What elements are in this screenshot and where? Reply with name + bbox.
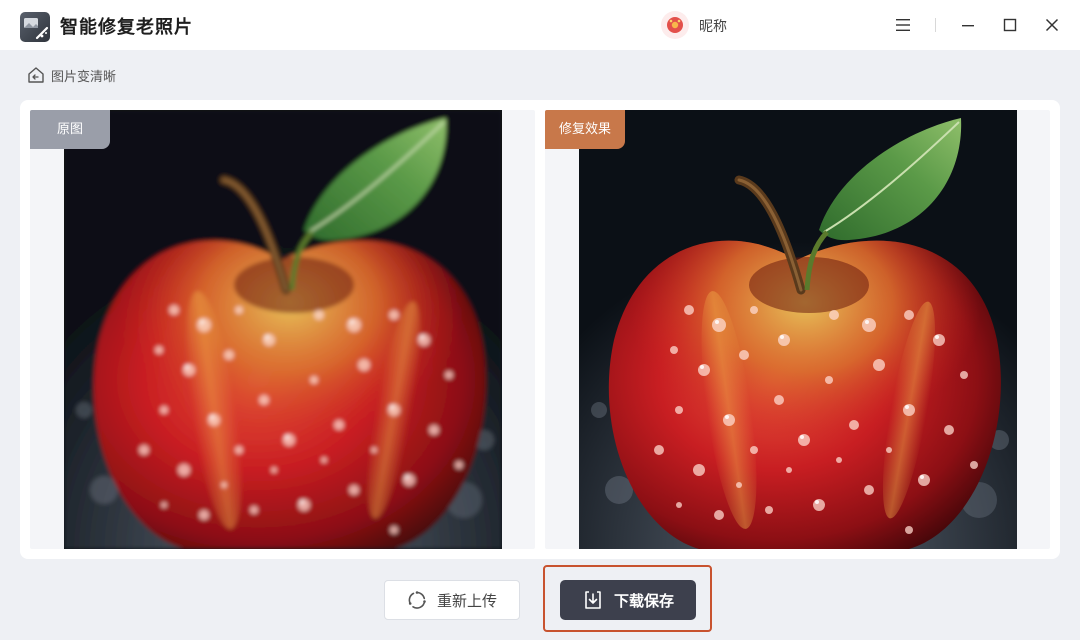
maximize-icon[interactable] xyxy=(998,13,1022,37)
reupload-label: 重新上传 xyxy=(436,591,497,610)
download-label: 下载保存 xyxy=(613,591,674,610)
original-image xyxy=(64,110,502,549)
result-panel: 修复效果 xyxy=(545,110,1050,549)
menu-icon[interactable] xyxy=(891,13,915,37)
breadcrumb[interactable]: 图片变清晰 xyxy=(27,65,116,85)
compare-card: 原图 修复效果 xyxy=(20,100,1060,559)
user-nickname[interactable]: 昵称 xyxy=(699,16,727,36)
app-title: 智能修复老照片 xyxy=(60,17,193,38)
title-bar: 智能修复老照片 昵称 xyxy=(0,0,1080,50)
download-button[interactable]: 下载保存 xyxy=(560,580,696,620)
minimize-icon[interactable] xyxy=(956,13,980,37)
original-panel: 原图 xyxy=(30,110,535,549)
result-image xyxy=(579,110,1017,549)
close-icon[interactable] xyxy=(1040,13,1064,37)
original-tag: 原图 xyxy=(30,110,110,149)
home-icon xyxy=(28,67,44,83)
title-separator xyxy=(935,18,936,32)
breadcrumb-label: 图片变清晰 xyxy=(51,69,117,85)
download-icon xyxy=(585,591,601,609)
result-tag: 修复效果 xyxy=(545,110,625,149)
refresh-icon xyxy=(408,591,426,609)
app-logo-icon xyxy=(20,12,50,42)
reupload-button[interactable]: 重新上传 xyxy=(384,580,520,620)
avatar-icon[interactable] xyxy=(661,11,689,39)
